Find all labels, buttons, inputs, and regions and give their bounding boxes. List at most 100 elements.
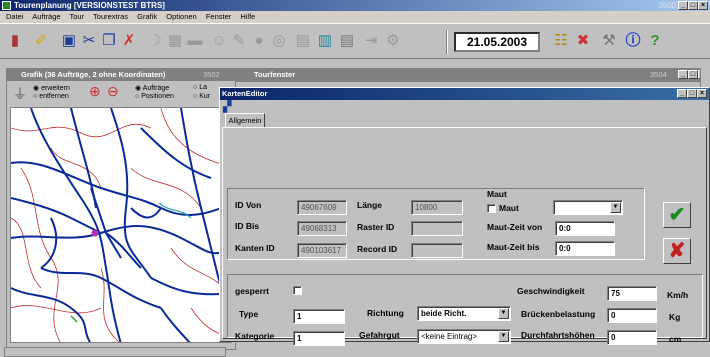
confirm-button[interactable]: ✔ <box>663 202 691 228</box>
list-icon[interactable]: ▤ <box>338 32 356 50</box>
durchfahrtshoehen-field[interactable]: 0 <box>607 330 657 345</box>
close-tour-icon[interactable]: ✖ <box>574 32 592 50</box>
truck-icon[interactable]: ▬ <box>186 32 204 50</box>
editor-panel: ID Von 49067609 Länge 10800 ID Bis 49068… <box>222 127 707 346</box>
tab-allgemein[interactable]: Allgemein <box>225 113 265 128</box>
richtung-select[interactable]: beide Richt. ▼ <box>417 306 511 321</box>
menu-tour[interactable]: Tour <box>70 12 85 21</box>
maut-bis-field[interactable]: 0:0 <box>555 241 615 256</box>
maut-checkbox-label: Maut <box>499 203 519 213</box>
opt-erweitern[interactable]: ◉ erweitern <box>33 84 70 92</box>
menu-optionen[interactable]: Optionen <box>166 12 196 21</box>
exit-icon[interactable]: ▮ <box>6 32 24 50</box>
maut-select[interactable]: ▼ <box>553 200 623 215</box>
editor-minimize[interactable]: _ <box>677 89 687 98</box>
tourfenster-minimize[interactable]: _ <box>678 70 688 79</box>
chevron-down-icon[interactable]: ▼ <box>498 308 509 319</box>
geschwindigkeit-field[interactable]: 75 <box>607 286 657 301</box>
menu-grafik[interactable]: Grafik <box>137 12 157 21</box>
menu-datei[interactable]: Datei <box>6 12 24 21</box>
grafik-title: Grafik (36 Aufträge, 2 ohne Koordinaten) <box>21 70 166 79</box>
record-id-label: Record ID <box>357 244 398 254</box>
settings-icon[interactable]: ⚙ <box>384 32 402 50</box>
delete-icon[interactable]: ✗ <box>120 32 138 50</box>
gefahrgut-label: Gefahrgut <box>359 330 400 340</box>
id-bis-label: ID Bis <box>235 221 260 231</box>
geschwindigkeit-unit: Km/h <box>667 290 689 300</box>
zoom-in-icon[interactable]: ⊕ <box>89 83 101 100</box>
brueckenbelastung-field[interactable]: 0 <box>607 308 657 323</box>
menu-tourextras[interactable]: Tourextras <box>93 12 128 21</box>
save-icon[interactable]: ▣ <box>60 32 78 50</box>
person-icon[interactable]: ☺ <box>210 32 228 50</box>
close-button[interactable]: × <box>698 1 708 10</box>
menu-auftraege[interactable]: Aufträge <box>32 12 60 21</box>
map-marker[interactable] <box>91 229 99 237</box>
open-icon[interactable]: ✐ <box>32 32 50 50</box>
toolbar-separator <box>446 30 448 54</box>
print-icon[interactable]: ▤ <box>294 32 312 50</box>
opt-positionen[interactable]: ○ Positionen <box>135 93 174 100</box>
cross-icon: ✘ <box>668 240 686 262</box>
copy-icon[interactable]: ❐ <box>100 32 118 50</box>
calc-icon[interactable]: ▥ <box>316 32 334 50</box>
minimize-button[interactable]: _ <box>678 1 688 10</box>
kanten-id-field: 490103617 <box>297 243 347 258</box>
gesperrt-checkbox[interactable] <box>293 286 302 295</box>
gefahrgut-select[interactable]: <keine Eintrag> ▼ <box>417 329 511 344</box>
menu-hilfe[interactable]: Hilfe <box>240 12 255 21</box>
app-icon <box>2 1 11 10</box>
filter-icon[interactable]: ⏚ <box>13 84 27 104</box>
maut-von-field[interactable]: 0:0 <box>555 221 615 236</box>
tourfenster-title: Tourfenster <box>254 70 296 79</box>
edit-icon[interactable]: ✎ <box>230 32 248 50</box>
grafik-controls: ⏚ ◉ erweitern ○ entfernen ⊕ ⊖ ◉ Aufträge… <box>7 81 235 105</box>
laenge-label: Länge <box>357 200 383 210</box>
tools-icon[interactable]: ⚒ <box>600 32 618 50</box>
brueckenbelastung-label: Brückenbelastung <box>521 309 596 319</box>
chevron-down-icon[interactable]: ▼ <box>610 202 621 213</box>
maut-group-label: Maut <box>487 189 507 199</box>
maximize-button[interactable]: □ <box>688 1 698 10</box>
globe-icon[interactable]: ● <box>250 32 268 50</box>
chevron-down-icon[interactable]: ▼ <box>498 331 509 342</box>
karten-editor-window: KartenEditor _ □ × ▞ Allgemein ID Von 49… <box>219 87 710 346</box>
cancel-button[interactable]: ✘ <box>663 238 691 264</box>
cut-icon[interactable]: ✂ <box>80 32 98 50</box>
id-bis-field: 49068313 <box>297 221 347 236</box>
gesperrt-label: gesperrt <box>235 286 270 296</box>
opt-la[interactable]: ○ La <box>193 84 207 91</box>
info-icon[interactable]: ⓘ <box>624 32 642 50</box>
route-icon[interactable]: ⇥ <box>362 32 380 50</box>
grafik-version: 3502 <box>203 70 220 79</box>
durchfahrtshoehen-unit: cm <box>669 334 682 344</box>
toolbar: ▮ ✐ ▣ ✂ ❐ ✗ ☽ ▦ ▬ ☺ ✎ ● ◎ ▤ ▥ ▤ ⇥ ⚙ 21.0… <box>0 23 710 59</box>
menu-fenster[interactable]: Fenster <box>206 12 231 21</box>
tourfenster-title-bar: Tourfenster 3504 _ □ × <box>236 68 710 82</box>
date-field[interactable]: 21.05.2003 <box>454 32 540 52</box>
maut-von-label: Maut-Zeit von <box>487 222 543 232</box>
table-icon[interactable]: ▦ <box>166 32 184 50</box>
opt-entfernen[interactable]: ○ entfernen <box>33 93 69 100</box>
tourfenster-version: 3504 <box>650 70 667 79</box>
opt-kur[interactable]: ○ Kur <box>193 93 210 100</box>
map-icon[interactable]: ◎ <box>270 32 288 50</box>
map-horizontal-scrollbar[interactable] <box>4 347 226 357</box>
dispatch-icon[interactable]: ☷ <box>552 32 570 50</box>
editor-maximize[interactable]: □ <box>687 89 697 98</box>
road-map[interactable] <box>10 107 232 343</box>
id-von-field: 49067609 <box>297 200 347 215</box>
tour-icon[interactable]: ☽ <box>146 32 164 50</box>
record-id-field <box>411 243 463 258</box>
editor-close[interactable]: × <box>697 89 707 98</box>
id-von-label: ID Von <box>235 200 262 210</box>
kategorie-field[interactable]: 1 <box>293 331 345 346</box>
help-icon[interactable]: ? <box>646 32 664 50</box>
kategorie-label: Kategorie <box>235 331 275 341</box>
tourfenster-maximize[interactable]: □ <box>688 70 698 79</box>
opt-auftraege[interactable]: ◉ Aufträge <box>135 84 169 92</box>
zoom-out-icon[interactable]: ⊖ <box>107 83 119 100</box>
maut-checkbox[interactable] <box>487 204 496 213</box>
checkmark-icon: ✔ <box>668 204 686 226</box>
type-field[interactable]: 1 <box>293 309 345 324</box>
